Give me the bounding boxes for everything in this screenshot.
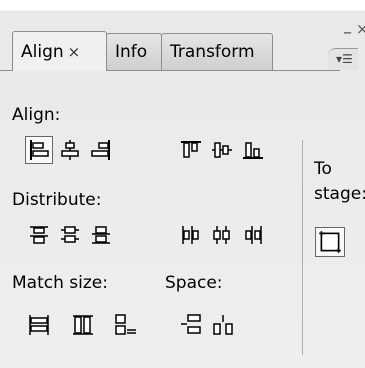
tab-align-label: Align: [21, 41, 64, 62]
align-horizontal-center-icon[interactable]: [57, 137, 83, 163]
distribute-left-edge-icon[interactable]: [178, 222, 204, 248]
space-evenly-horizontally-icon[interactable]: [210, 312, 236, 338]
distribute-top-edge-icon[interactable]: [26, 222, 52, 248]
tab-info[interactable]: Info: [106, 33, 162, 70]
space-section-label: Space:: [165, 273, 223, 293]
space-evenly-vertically-icon[interactable]: [178, 312, 204, 338]
to-stage-label: To stage:: [314, 159, 365, 204]
tab-transform-label: Transform: [170, 42, 255, 62]
match-width-and-height-icon[interactable]: [113, 312, 139, 338]
distribute-vertical-center-icon[interactable]: [57, 222, 83, 248]
align-section-label: Align:: [12, 105, 61, 125]
distribute-right-edge-icon[interactable]: [240, 222, 266, 248]
align-left-edge-icon[interactable]: [25, 136, 53, 164]
close-icon[interactable]: ×: [356, 22, 365, 37]
match-height-icon[interactable]: [70, 312, 96, 338]
to-stage-icon[interactable]: [315, 227, 345, 257]
tab-close-icon[interactable]: ×: [68, 43, 81, 61]
distribute-bottom-edge-icon[interactable]: [88, 222, 114, 248]
tab-align[interactable]: Align ×: [12, 31, 107, 71]
distribute-horizontal-center-icon[interactable]: [209, 222, 235, 248]
panel-menu-icon[interactable]: ▾☰: [328, 48, 358, 70]
tab-info-label: Info: [115, 42, 148, 62]
match-size-section-label: Match size:: [12, 273, 108, 293]
tab-transform[interactable]: Transform: [161, 33, 273, 70]
match-width-icon[interactable]: [26, 312, 52, 338]
align-top-edge-icon[interactable]: [178, 137, 204, 163]
minimize-icon[interactable]: –: [343, 24, 352, 42]
distribute-section-label: Distribute:: [12, 190, 102, 210]
align-right-edge-icon[interactable]: [88, 137, 114, 163]
align-panel: – × Align × Info Transform ▾☰ Align: Dis…: [0, 0, 365, 368]
section-divider: [302, 140, 303, 355]
align-bottom-edge-icon[interactable]: [240, 137, 266, 163]
align-vertical-center-icon[interactable]: [209, 137, 235, 163]
